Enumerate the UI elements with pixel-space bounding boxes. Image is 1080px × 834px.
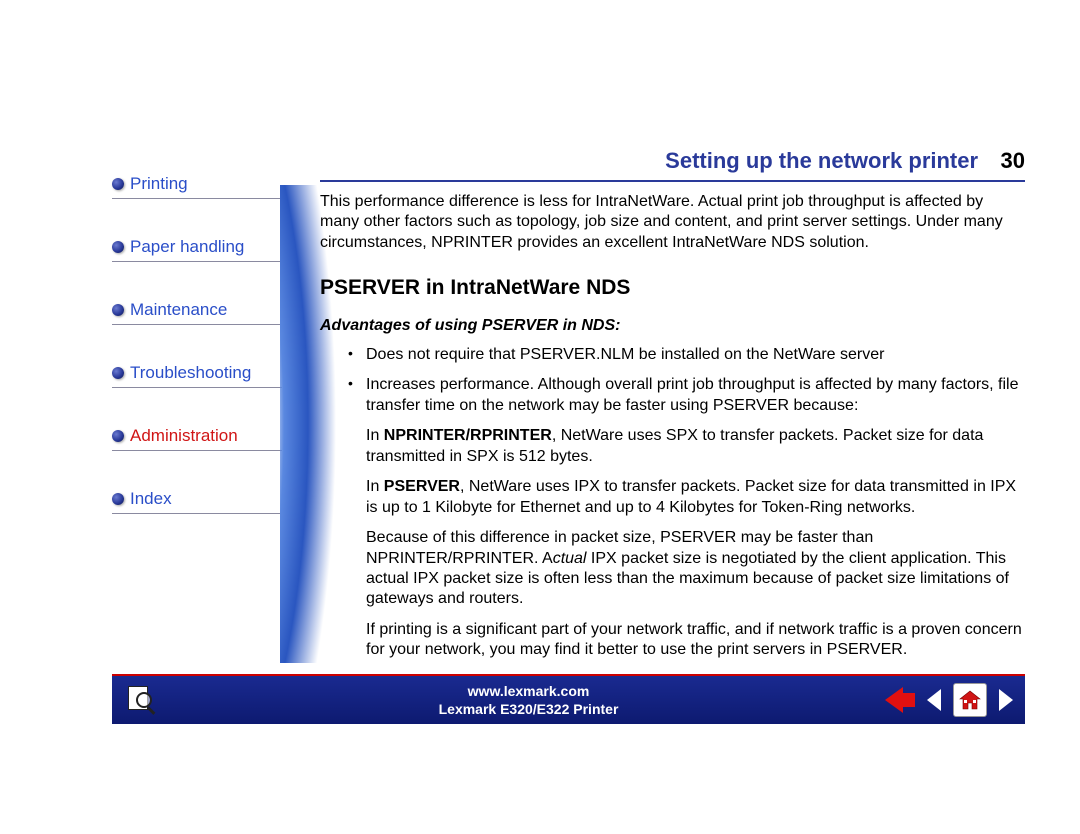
nav-label: Administration xyxy=(130,426,238,446)
nav-label: Index xyxy=(130,489,172,509)
sub-paragraph: In NPRINTER/RPRINTER, NetWare uses SPX t… xyxy=(366,426,1025,467)
footer-url-link[interactable]: www.lexmark.com xyxy=(468,683,590,699)
list-item: Increases performance. Although overall … xyxy=(348,375,1025,416)
bullet-icon xyxy=(112,430,124,442)
footer-left xyxy=(112,686,172,714)
advantages-list: Does not require that PSERVER.NLM be ins… xyxy=(348,345,1025,416)
text: In xyxy=(366,478,384,495)
nav-printing[interactable]: Printing xyxy=(112,168,282,199)
nav-label: Troubleshooting xyxy=(130,363,251,383)
bold-text: PSERVER xyxy=(384,478,460,495)
footer-product: Lexmark E320/E322 Printer xyxy=(439,701,619,717)
list-item: Does not require that PSERVER.NLM be ins… xyxy=(348,345,1025,365)
sub-paragraph: If printing is a significant part of you… xyxy=(366,620,1025,661)
nav-label: Paper handling xyxy=(130,237,244,257)
home-icon xyxy=(958,688,982,712)
sub-paragraph: Because of this difference in packet siz… xyxy=(366,528,1025,610)
bullet-icon xyxy=(112,304,124,316)
home-button[interactable] xyxy=(953,683,987,717)
bullet-icon xyxy=(112,241,124,253)
nav-label: Printing xyxy=(130,174,188,194)
footer-center: www.lexmark.com Lexmark E320/E322 Printe… xyxy=(172,682,885,718)
prev-page-button[interactable] xyxy=(925,687,945,713)
footer-right xyxy=(885,683,1025,717)
back-arrow-icon[interactable] xyxy=(885,687,917,713)
italic-text: ctual xyxy=(553,550,587,567)
search-icon[interactable] xyxy=(128,686,156,714)
bold-text: NPRINTER/RPRINTER xyxy=(384,427,552,444)
bullet-icon xyxy=(112,493,124,505)
footer-bar: www.lexmark.com Lexmark E320/E322 Printe… xyxy=(112,674,1025,724)
sub-paragraph: In PSERVER, NetWare uses IPX to transfer… xyxy=(366,477,1025,518)
section-heading: PSERVER in IntraNetWare NDS xyxy=(320,275,1025,302)
page-number: 30 xyxy=(1001,148,1025,173)
nav-paper-handling[interactable]: Paper handling xyxy=(112,231,282,262)
nav-index[interactable]: Index xyxy=(112,483,282,514)
page-header: Setting up the network printer 30 xyxy=(320,148,1025,182)
sidebar-nav: Printing Paper handling Maintenance Trou… xyxy=(112,168,282,546)
nav-troubleshooting[interactable]: Troubleshooting xyxy=(112,357,282,388)
header-title: Setting up the network printer xyxy=(665,148,978,173)
bullet-icon xyxy=(112,367,124,379)
text: , NetWare uses IPX to transfer packets. … xyxy=(366,478,1016,515)
intro-paragraph: This performance difference is less for … xyxy=(320,192,1025,253)
main-content: This performance difference is less for … xyxy=(320,192,1025,671)
nav-label: Maintenance xyxy=(130,300,227,320)
next-page-button[interactable] xyxy=(995,687,1015,713)
bullet-icon xyxy=(112,178,124,190)
subsection-heading: Advantages of using PSERVER in NDS: xyxy=(320,316,1025,336)
text: In xyxy=(366,427,384,444)
nav-maintenance[interactable]: Maintenance xyxy=(112,294,282,325)
nav-administration[interactable]: Administration xyxy=(112,420,282,451)
